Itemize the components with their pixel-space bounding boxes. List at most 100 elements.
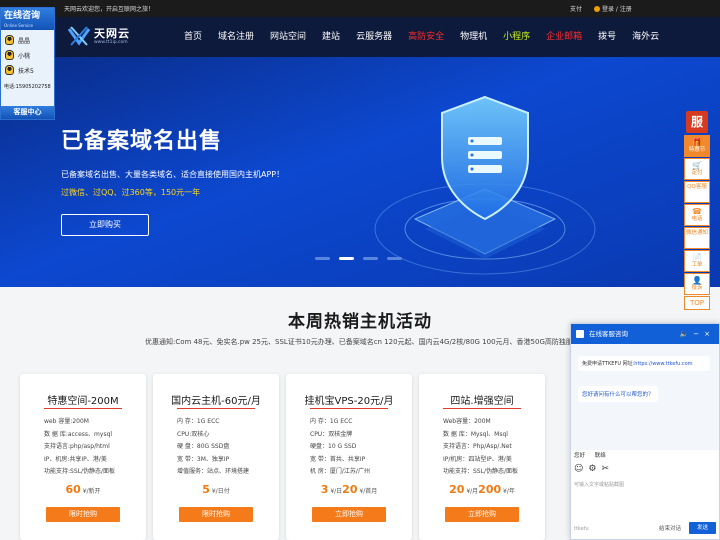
price-unit: ¥/日 xyxy=(328,488,343,495)
agent-item[interactable]: 晶晶 xyxy=(1,33,54,47)
sidebar-button-label: QQ客服 xyxy=(687,184,707,190)
chat-message: 您好请问有什么可以帮您的？ xyxy=(578,386,658,402)
nav-item[interactable]: 海外云 xyxy=(624,17,667,57)
spec-line: 机 房：厦门/江苏/广州 xyxy=(310,468,370,475)
card-price: 5 ¥/日付 xyxy=(153,483,279,496)
carousel-dot[interactable] xyxy=(339,257,354,260)
buy-button[interactable]: 限时抢购 xyxy=(46,507,120,522)
hero-banner: 已备案域名出售 已备案域名出售、大量各类域名、适合直接使用国内主机APP！ 过微… xyxy=(0,57,720,287)
ticket-icon: 📄 xyxy=(692,253,702,262)
sidebar-button[interactable]: ☎ 电话 xyxy=(684,204,710,226)
login-link[interactable]: 登录 / 注册 xyxy=(594,4,632,13)
chat-message-text: 免费申请TTKEFU 网址: xyxy=(582,361,635,367)
qq-icon xyxy=(5,50,14,60)
sidebar-button-label: 工单 xyxy=(691,262,703,268)
nav-item[interactable]: 云服务器 xyxy=(348,17,400,57)
online-consult-widget: 在线咨询 Online Service 晶晶 小桃 技术5 电话:159052027… xyxy=(0,7,55,120)
spec-line: 功能支持:SSL/伪静态/面板 xyxy=(44,468,116,475)
sidebar-button-label: 定付 xyxy=(691,170,703,176)
page: 天网云欢迎您，开启互联网之旅！ 支付 登录 / 注册 天网云 www.tt1ip… xyxy=(0,0,720,540)
spec-line: 内 存：1G ECC xyxy=(177,418,220,425)
spec-line: web 容量:200M xyxy=(44,418,89,425)
agent-list: 晶晶小桃技术5 xyxy=(1,33,54,77)
logo[interactable]: 天网云 www.tt1ip.com xyxy=(67,24,147,50)
spec-line: 硬盘：10 G SSD xyxy=(310,443,357,450)
card-divider xyxy=(310,408,388,409)
spec-line: IP/机房：四站型IP、港/美 xyxy=(443,455,512,463)
card-specs: Web容量：200M 数 据 库：Mysql、Msql 支持语言：Php/Asp/.… xyxy=(443,416,518,479)
chat-header: 在线客服咨询 🔈−× xyxy=(571,324,719,344)
login-label: 登录 / 注册 xyxy=(602,6,632,13)
sidebar-button-label: 电话 xyxy=(691,216,703,222)
sidebar-button[interactable]: 👤 投诉 xyxy=(684,273,710,295)
volume-icon[interactable]: 🔈 xyxy=(680,330,694,338)
sidebar-button-label: 投诉 xyxy=(691,285,703,291)
quick-reply[interactable]: 联络 xyxy=(595,453,606,459)
spec-line: 数 据 库：Mysql、Msql xyxy=(443,430,508,438)
carousel-dot[interactable] xyxy=(387,257,402,260)
welcome-text: 天网云欢迎您，开启互联网之旅！ xyxy=(64,6,155,13)
settings-icon[interactable]: ⚙ xyxy=(588,464,601,474)
nav-item[interactable]: 建站 xyxy=(314,17,348,57)
nav-item[interactable]: 高防安全 xyxy=(400,17,452,57)
carousel-dot[interactable] xyxy=(363,257,378,260)
online-consult-header: 在线咨询 Online Service xyxy=(1,8,54,30)
pay-link[interactable]: 支付 xyxy=(570,4,582,13)
nav-item[interactable]: 小程序 xyxy=(495,17,538,57)
sidebar-button[interactable]: 微信通知 xyxy=(684,227,710,249)
user-icon xyxy=(594,6,600,12)
carousel-dot[interactable] xyxy=(315,257,330,260)
emoji-icon[interactable]: ☺ xyxy=(574,464,588,474)
card-title: 挂机宝VPS-20元/月 xyxy=(304,396,394,407)
nav-items: 首页 域名注册 网站空间 建站 云服务器 高防安全 物理机 小程序 企业邮箱 拨号 海外云 xyxy=(176,17,667,57)
spec-line: 宽 带：3M、独享IP xyxy=(177,455,230,463)
card-price: 60 ¥/新开 xyxy=(20,483,146,496)
logo-url: www.tt1ip.com xyxy=(94,40,128,45)
buy-now-button[interactable]: 立即购买 xyxy=(61,214,149,236)
product-card: 国内云主机-60元/月内 存：1G ECC CPU:双核心硬 盘：80G SSD盘… xyxy=(153,374,279,540)
agent-item[interactable]: 技术5 xyxy=(1,63,54,77)
minimize-icon[interactable]: − xyxy=(693,330,704,338)
sidebar-button[interactable]: 🛒 定付 xyxy=(684,158,710,180)
buy-button[interactable]: 立即抢购 xyxy=(312,507,386,522)
chat-controls: 🔈−× xyxy=(680,324,715,344)
card-title: 特惠空间-200M xyxy=(47,396,119,407)
nav-item[interactable]: 域名注册 xyxy=(210,17,262,57)
phone-icon: ☎ xyxy=(692,207,702,216)
buy-button[interactable]: 限时抢购 xyxy=(179,507,253,522)
spec-line: IP、机房:共享IP、港/美 xyxy=(44,455,107,463)
chat-message-link[interactable]: https://www.ttkefu.com xyxy=(634,361,692,367)
sidebar-button[interactable]: 🎁 特惠节 xyxy=(684,135,710,157)
nav-item[interactable]: 首页 xyxy=(176,17,210,57)
sidebar-button[interactable]: 📄 工单 xyxy=(684,250,710,272)
card-divider xyxy=(44,408,122,409)
scissors-icon[interactable]: ✂ xyxy=(601,464,614,474)
nav-item[interactable]: 网站空间 xyxy=(262,17,314,57)
sidebar-button[interactable]: QQ客服 xyxy=(684,181,710,203)
price-unit: ¥/日付 xyxy=(209,488,230,495)
nav-item[interactable]: 物理机 xyxy=(452,17,495,57)
quick-reply[interactable]: 您好 xyxy=(574,453,585,459)
service-logo: 服 xyxy=(686,111,708,133)
end-chat-button[interactable]: 结束对话 xyxy=(659,524,681,532)
spec-line: Web容量：200M xyxy=(443,418,491,425)
card-divider xyxy=(177,408,255,409)
banner-title: 已备案域名出售 xyxy=(61,129,223,154)
nav-item[interactable]: 企业邮箱 xyxy=(538,17,590,57)
buy-button[interactable]: 立即抢购 xyxy=(445,507,519,522)
send-button[interactable]: 发送 xyxy=(689,522,716,534)
nav-item[interactable]: 拨号 xyxy=(590,17,624,57)
price-value: 20 xyxy=(342,483,358,496)
sidebar-buttons: 🎁 特惠节 🛒 定付 QQ客服 ☎ 电话 微信通知 📄 工单 👤 投诉 xyxy=(684,135,710,295)
close-icon[interactable]: × xyxy=(704,330,715,338)
service-center-button[interactable]: 客服中心 xyxy=(1,106,54,119)
agent-item[interactable]: 小桃 xyxy=(1,48,54,62)
product-card: 特惠空间-200M web 容量:200M 数 据 库:access、mysql 支持… xyxy=(20,374,146,540)
spec-line: 硬 盘：80G SSD盘 xyxy=(177,443,230,450)
qq-icon xyxy=(5,65,14,75)
agent-name: 小桃 xyxy=(18,52,31,60)
cart-icon: 🛒 xyxy=(692,161,702,170)
price-unit: ¥/年 xyxy=(501,488,515,495)
chat-input[interactable]: 可输入文字或粘贴截图 xyxy=(574,481,624,488)
chat-window: 在线客服咨询 🔈−× 免费申请TTKEFU 网址:https://www.ttk… xyxy=(570,323,720,540)
